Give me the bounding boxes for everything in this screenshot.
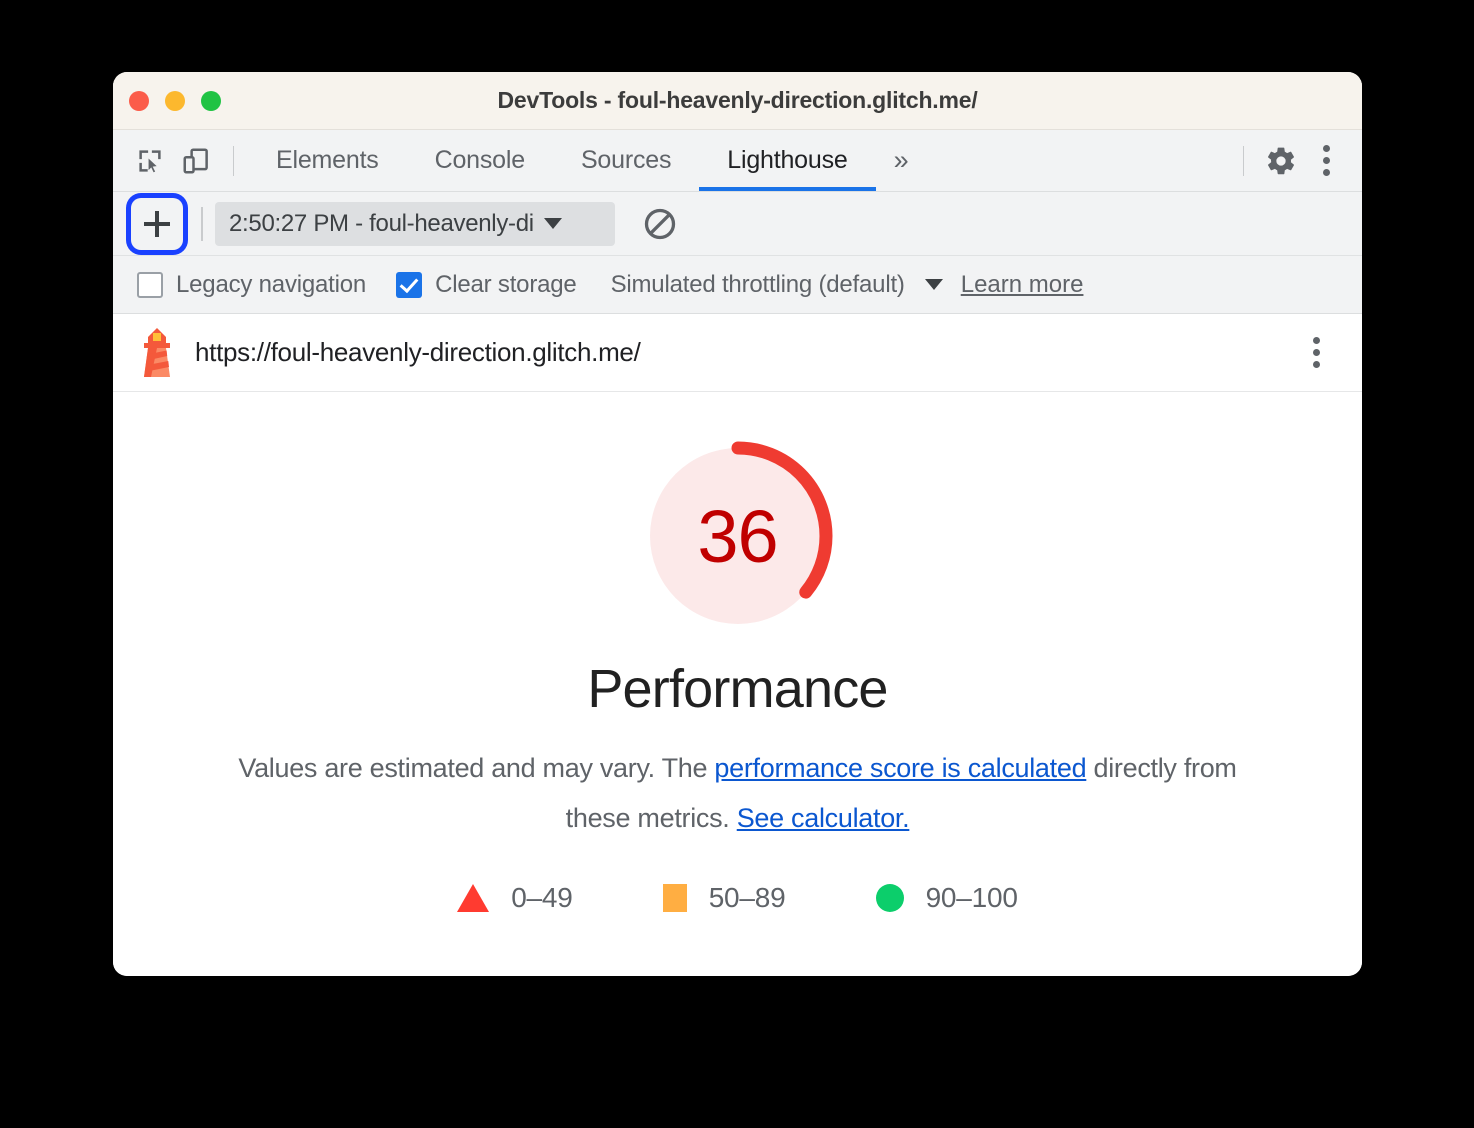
performance-score-gauge: 36 [638, 436, 838, 636]
clear-storage-label: Clear storage [435, 270, 577, 298]
circle-icon [875, 883, 904, 912]
kebab-dot [1312, 349, 1320, 356]
legend-item-fail: 0–49 [457, 882, 573, 914]
see-calculator-link[interactable]: See calculator. [737, 803, 910, 833]
gear-icon[interactable] [1258, 138, 1304, 184]
throttling-label: Simulated throttling (default) [610, 270, 905, 298]
devtools-window: DevTools - foul-heavenly-direction.glitc… [113, 72, 1362, 976]
lighthouse-report-body: 36 Performance Values are estimated and … [113, 392, 1362, 976]
more-options-icon[interactable] [1304, 139, 1348, 183]
disclaimer-text-pre: Values are estimated and may vary. The [238, 753, 715, 783]
chevron-down-icon [924, 279, 943, 290]
legend-item-pass: 90–100 [875, 881, 1018, 914]
legend-label-pass: 90–100 [925, 881, 1018, 913]
legacy-navigation-checkbox[interactable]: Legacy navigation [137, 271, 366, 299]
toolbar-divider-right [1243, 145, 1244, 176]
lighthouse-icon [137, 327, 177, 379]
clear-storage-checkbox[interactable]: Clear storage [396, 270, 577, 299]
clear-storage-checkbox-box[interactable] [396, 271, 423, 298]
clear-all-icon[interactable] [637, 201, 683, 247]
legend-item-average: 50–89 [662, 881, 786, 914]
maximize-window-button[interactable] [201, 90, 221, 111]
legacy-navigation-checkbox-box[interactable] [137, 271, 163, 298]
performance-score-link[interactable]: performance score is calculated [714, 753, 1086, 783]
triangle-icon [457, 883, 490, 912]
panel-tabs: Elements Console Sources Lighthouse » [248, 130, 927, 191]
kebab-dot [1322, 157, 1330, 164]
inspect-element-icon[interactable] [127, 138, 173, 184]
tab-elements-label: Elements [276, 146, 379, 174]
device-toolbar-icon[interactable] [173, 138, 219, 184]
report-select[interactable]: 2:50:27 PM - foul-heavenly-di [215, 201, 615, 246]
tab-sources[interactable]: Sources [553, 130, 699, 191]
devtools-tabbar: Elements Console Sources Lighthouse » [113, 130, 1362, 192]
performance-score-value: 36 [697, 494, 778, 578]
legend-label-fail: 0–49 [511, 881, 573, 913]
kebab-dot [1322, 145, 1330, 152]
new-report-button[interactable] [131, 197, 183, 250]
tab-lighthouse[interactable]: Lighthouse [699, 130, 876, 191]
throttling-select[interactable]: Simulated throttling (default) [611, 271, 943, 299]
square-icon [662, 883, 687, 912]
close-window-button[interactable] [129, 90, 149, 111]
tab-elements[interactable]: Elements [248, 130, 407, 191]
report-select-value: 2:50:27 PM - foul-heavenly-di [229, 209, 534, 237]
window-titlebar: DevTools - foul-heavenly-direction.glitc… [113, 72, 1362, 130]
legend-label-average: 50–89 [708, 881, 786, 913]
tab-console[interactable]: Console [407, 130, 553, 191]
toolbar-divider [233, 145, 234, 176]
plus-icon [144, 210, 170, 237]
legacy-navigation-label: Legacy navigation [176, 270, 367, 298]
window-controls [129, 90, 221, 111]
chevron-down-icon [543, 218, 562, 229]
tab-console-label: Console [434, 146, 526, 174]
screen-root: DevTools - foul-heavenly-direction.glitc… [0, 0, 1474, 1128]
tabbar-right-actions [1229, 130, 1348, 191]
report-menu-icon[interactable] [1294, 331, 1338, 375]
tab-lighthouse-label: Lighthouse [727, 146, 848, 174]
minimize-window-button[interactable] [165, 90, 185, 111]
tab-sources-label: Sources [580, 146, 672, 174]
kebab-dot [1322, 169, 1330, 176]
kebab-dot [1312, 361, 1320, 368]
score-disclaimer: Values are estimated and may vary. The p… [238, 744, 1238, 844]
kebab-dot [1312, 337, 1320, 344]
lighthouse-toolbar: 2:50:27 PM - foul-heavenly-di [113, 192, 1362, 256]
score-legend: 0–49 50–89 90–100 [457, 882, 1018, 914]
window-title: DevTools - foul-heavenly-direction.glitc… [497, 87, 978, 113]
learn-more-link[interactable]: Learn more [961, 271, 1084, 299]
page-title: Performance [587, 659, 888, 719]
lighthouse-options-row: Legacy navigation Clear storage Simulate… [113, 256, 1362, 314]
lighthouse-toolbar-divider [201, 206, 203, 241]
report-url: https://foul-heavenly-direction.glitch.m… [195, 337, 641, 367]
report-url-row: https://foul-heavenly-direction.glitch.m… [113, 314, 1362, 392]
more-tabs-icon[interactable]: » [876, 130, 927, 191]
